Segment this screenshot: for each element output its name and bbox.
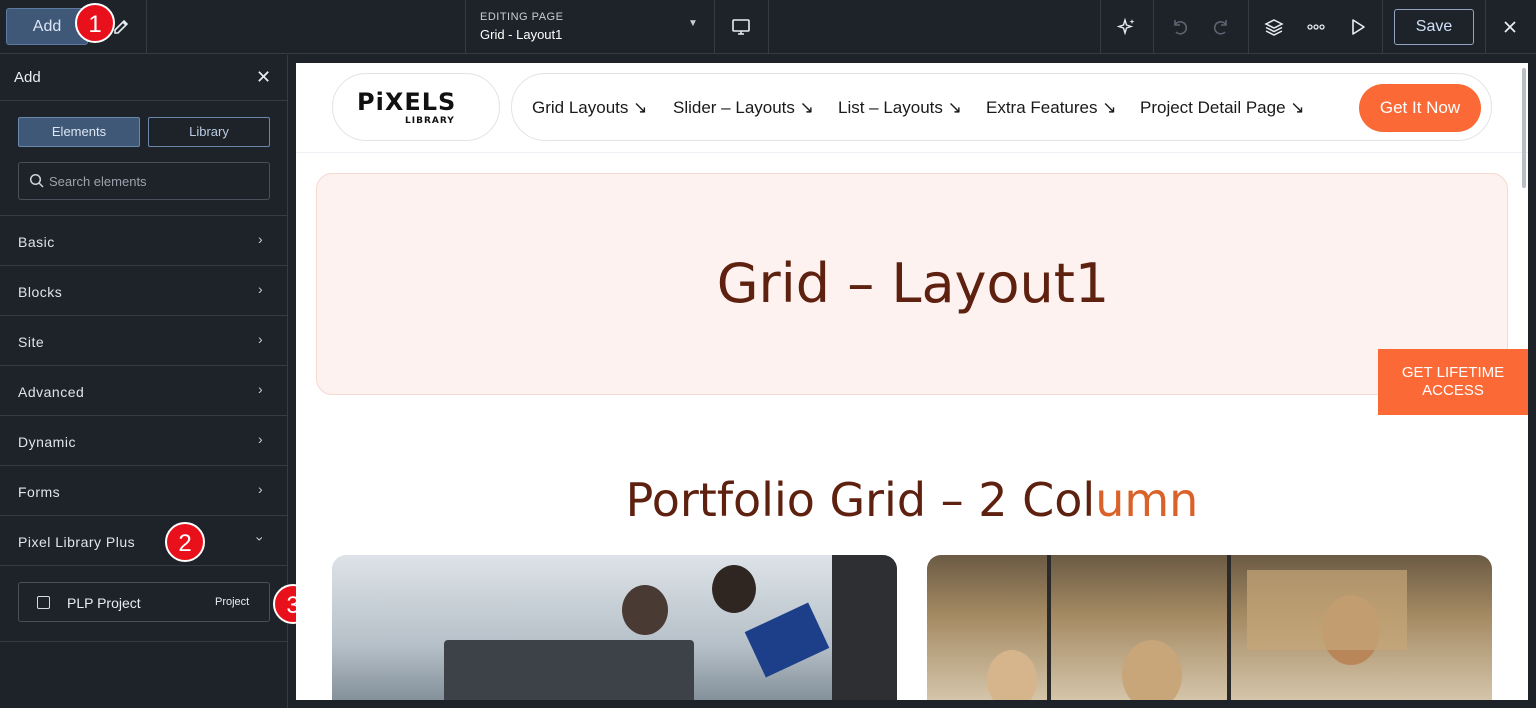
category-label: Pixel Library Plus [18,534,136,550]
chevron-right-icon: › [258,331,264,347]
element-plp-project[interactable]: PLP Project Project [18,582,270,622]
portfolio-image[interactable] [927,555,1492,700]
nav-item-grid-layouts[interactable]: Grid Layouts ↘ [532,98,647,118]
panel-tabs: Elements Library [18,117,270,147]
category-dynamic[interactable]: Dynamic › [0,416,287,466]
add-panel: Add ✕ Elements Library Basic › Blocks › Si… [0,55,288,708]
section-title-main: Portfolio Grid – 2 Col [625,473,1096,527]
tab-elements[interactable]: Elements [18,117,140,147]
category-basic[interactable]: Basic › [0,216,287,266]
image-detail [1047,555,1051,700]
divider [296,152,1528,153]
category-site[interactable]: Site › [0,316,287,366]
hero-banner: Grid – Layout1 [316,173,1508,395]
divider [146,0,147,54]
chevron-right-icon: › [258,381,264,397]
category-label: Site [18,334,45,350]
category-label: Basic [18,234,55,250]
category-forms[interactable]: Forms › [0,466,287,516]
chevron-right-icon: › [258,231,264,247]
category-pixel-library-plus[interactable]: Pixel Library Plus › [0,516,287,566]
image-detail [832,555,897,700]
category-advanced[interactable]: Advanced › [0,366,287,416]
site-nav: Grid Layouts ↘ Slider – Layouts ↘ List –… [511,73,1492,141]
image-detail [1122,640,1182,700]
editor-topbar: Add EDITING PAGE Grid - Layout1 ▼ Save [0,0,1536,54]
element-name: PLP Project [67,595,141,611]
image-detail [987,650,1037,700]
section-title-accent: umn [1095,473,1199,527]
logo-text: PiXELS [357,88,457,116]
divider [465,0,466,54]
page-selector[interactable]: Grid - Layout1 [480,27,562,42]
divider [1485,0,1486,54]
chevron-down-icon[interactable]: ▼ [688,18,698,29]
panel-header: Add ✕ [0,55,287,101]
category-list: Basic › Blocks › Site › Advanced › Dynamic › … [0,215,287,566]
preview-play-icon[interactable] [1345,14,1371,40]
layers-icon[interactable] [1261,14,1287,40]
step-badge: 1 [75,3,115,43]
category-label: Dynamic [18,434,76,450]
logo-subtext: LIBRARY [405,116,455,126]
close-icon[interactable]: ✕ [256,67,271,88]
category-label: Blocks [18,284,63,300]
image-detail [622,585,668,635]
image-detail [712,565,756,613]
nav-item-project-detail[interactable]: Project Detail Page ↘ [1140,98,1305,118]
chevron-right-icon: › [258,431,264,447]
lifetime-line: ACCESS [1422,382,1484,399]
image-detail [744,602,830,678]
divider [1100,0,1101,54]
page-canvas[interactable]: PiXELS LIBRARY Grid Layouts ↘ Slider – L… [296,63,1528,700]
panel-title: Add [14,69,41,86]
close-icon[interactable] [1497,14,1523,40]
desktop-icon[interactable] [728,14,754,40]
divider [1153,0,1154,54]
save-button[interactable]: Save [1394,9,1474,45]
image-detail [1247,570,1407,650]
element-tag: Project [215,596,250,608]
nav-item-slider-layouts[interactable]: Slider – Layouts ↘ [673,98,814,118]
nav-item-list-layouts[interactable]: List – Layouts ↘ [838,98,962,118]
category-blocks[interactable]: Blocks › [0,266,287,316]
editing-page-label: EDITING PAGE [480,11,564,23]
category-label: Advanced [18,384,85,400]
chevron-down-icon: › [252,536,269,542]
scrollbar-thumb[interactable] [1522,68,1526,188]
step-badge: 2 [165,522,205,562]
section-title: Portfolio Grid – 2 Column [296,473,1528,527]
search-input[interactable] [49,171,259,191]
site-logo[interactable]: PiXELS LIBRARY [332,73,500,141]
portfolio-image[interactable] [332,555,897,700]
divider [714,0,715,54]
category-label: Forms [18,484,61,500]
nav-item-extra-features[interactable]: Extra Features ↘ [986,98,1116,118]
chevron-right-icon: › [258,481,264,497]
ai-sparkle-icon[interactable] [1114,14,1140,40]
divider [768,0,769,54]
more-options-icon[interactable] [1303,14,1329,40]
divider [1382,0,1383,54]
lifetime-access-button[interactable]: GET LIFETIME ACCESS [1378,349,1528,415]
divider [1248,0,1249,54]
search-box [18,162,270,200]
square-icon [37,596,50,609]
redo-icon[interactable] [1208,14,1234,40]
chevron-right-icon: › [258,281,264,297]
tab-library[interactable]: Library [148,117,270,147]
get-it-now-button[interactable]: Get It Now [1359,84,1481,132]
image-detail [1227,555,1231,700]
scrollbar-track [1528,63,1536,700]
image-detail [444,640,694,700]
hero-title: Grid – Layout1 [716,252,1110,315]
search-icon [29,173,45,194]
lifetime-line: GET LIFETIME [1401,364,1505,381]
undo-icon[interactable] [1167,14,1193,40]
